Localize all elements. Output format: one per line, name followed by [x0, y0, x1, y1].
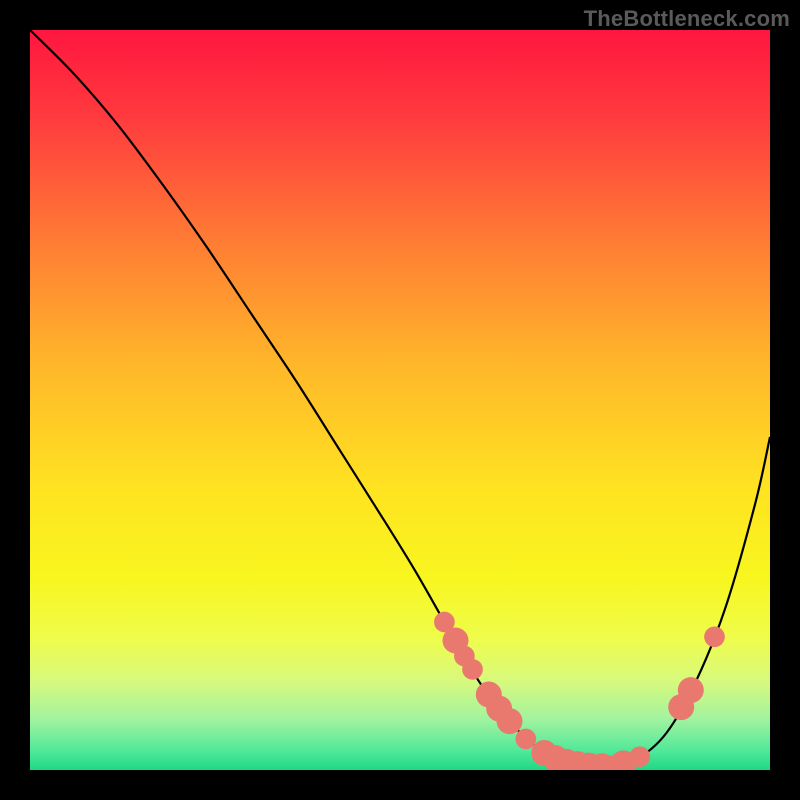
curve-marker: [629, 746, 650, 767]
gradient-background: [30, 30, 770, 770]
curve-marker: [462, 659, 483, 680]
curve-marker: [497, 708, 523, 734]
chart-frame: TheBottleneck.com: [0, 0, 800, 800]
curve-marker: [704, 626, 725, 647]
curve-marker: [515, 729, 536, 750]
plot-area: [30, 30, 770, 770]
watermark-text: TheBottleneck.com: [584, 6, 790, 32]
curve-marker: [678, 677, 704, 703]
chart-svg: [30, 30, 770, 770]
